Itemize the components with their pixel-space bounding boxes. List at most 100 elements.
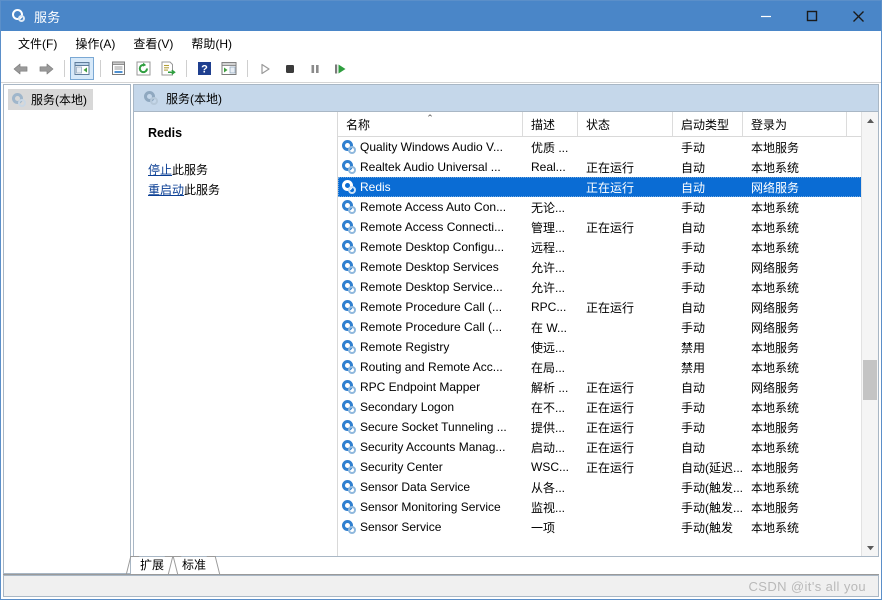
- tab-extended-label: 扩展: [140, 558, 165, 572]
- cell-log-on-as: 网络服务: [751, 380, 800, 395]
- cell-startup-type: 手动: [681, 200, 706, 215]
- column-log-on-as[interactable]: 登录为: [743, 112, 847, 136]
- menu-file[interactable]: 文件(F): [9, 32, 66, 55]
- cell-name: RPC Endpoint Mapper: [338, 380, 523, 394]
- restart-service-action[interactable]: 重启动此服务: [148, 182, 337, 198]
- vertical-scrollbar[interactable]: [861, 112, 878, 556]
- column-status[interactable]: 状态: [578, 112, 673, 136]
- cell-description: 一项: [531, 520, 556, 535]
- table-row[interactable]: Security Center WSC... 正在运行 自动(延迟... 本地服务: [338, 457, 878, 477]
- cell-log-on-as: 网络服务: [751, 180, 800, 195]
- table-row[interactable]: Security Accounts Manag... 启动... 正在运行 自动 本地系…: [338, 437, 878, 457]
- toolbar-separator: [64, 60, 65, 77]
- cell-log-on-as: 本地系统: [751, 440, 800, 455]
- toolbar-separator: [247, 60, 248, 77]
- tab-standard[interactable]: 标准: [173, 556, 215, 574]
- help-icon[interactable]: ?: [192, 57, 216, 80]
- cell-name: Remote Registry: [338, 340, 523, 354]
- restart-service-icon[interactable]: [328, 57, 352, 80]
- menu-bar: 文件(F) 操作(A) 查看(V) 帮助(H): [1, 31, 881, 55]
- services-gear-icon: [144, 91, 158, 105]
- table-row[interactable]: Remote Desktop Services 允许... 手动 网络服务: [338, 257, 878, 277]
- toolbar-separator: [100, 60, 101, 77]
- back-icon[interactable]: [9, 57, 33, 80]
- cell-log-on-as: 本地服务: [751, 420, 800, 435]
- view-tabstrip: 扩展 标准: [3, 556, 879, 575]
- properties-icon[interactable]: [106, 57, 130, 80]
- table-row[interactable]: RPC Endpoint Mapper 解析 ... 正在运行 自动 网络服务: [338, 377, 878, 397]
- table-row[interactable]: Remote Registry 使远... 禁用 本地服务: [338, 337, 878, 357]
- close-button[interactable]: [835, 1, 881, 31]
- export-list-icon[interactable]: [156, 57, 180, 80]
- cell-log-on-as: 网络服务: [751, 300, 800, 315]
- cell-startup-type: 手动: [681, 420, 706, 435]
- column-startup-type[interactable]: 启动类型: [673, 112, 743, 136]
- service-gear-icon: [342, 220, 356, 234]
- window-title: 服务: [34, 9, 61, 25]
- tree-item-services-local[interactable]: 服务(本地): [8, 89, 93, 110]
- cell-description: Real...: [531, 160, 566, 174]
- start-service-icon[interactable]: [253, 57, 277, 80]
- cell-name: Remote Desktop Service...: [338, 280, 523, 294]
- service-name-label: RPC Endpoint Mapper: [360, 380, 481, 394]
- service-name-label: Remote Desktop Configu...: [360, 240, 505, 254]
- scrollbar-thumb[interactable]: [863, 359, 877, 400]
- service-name-label: Routing and Remote Acc...: [360, 360, 503, 374]
- show-action-pane-icon[interactable]: [217, 57, 241, 80]
- scroll-up-arrow[interactable]: [862, 112, 878, 129]
- menu-action[interactable]: 操作(A): [66, 32, 124, 55]
- forward-icon[interactable]: [34, 57, 58, 80]
- cell-description: 管理...: [531, 220, 566, 235]
- cell-description: 无论...: [531, 200, 566, 215]
- service-name-label: Security Accounts Manag...: [360, 440, 506, 454]
- cell-startup-type: 手动(触发...: [681, 480, 743, 495]
- table-row[interactable]: Remote Desktop Configu... 远程... 手动 本地系统: [338, 237, 878, 257]
- table-row[interactable]: Remote Desktop Service... 允许... 手动 本地系统: [338, 277, 878, 297]
- table-row[interactable]: Sensor Monitoring Service 监视... 手动(触发... 本地…: [338, 497, 878, 517]
- table-row[interactable]: Secondary Logon 在不... 正在运行 手动 本地系统: [338, 397, 878, 417]
- cell-log-on-as: 本地服务: [751, 460, 800, 475]
- menu-help[interactable]: 帮助(H): [182, 32, 241, 55]
- cell-status: 正在运行: [586, 380, 635, 395]
- table-row[interactable]: Secure Socket Tunneling ... 提供... 正在运行 手动 本地…: [338, 417, 878, 437]
- table-row[interactable]: Realtek Audio Universal ... Real... 正在运行 自动…: [338, 157, 878, 177]
- stop-service-action[interactable]: 停止此服务: [148, 162, 337, 178]
- cell-log-on-as: 本地系统: [751, 360, 800, 375]
- table-row[interactable]: Sensor Service 一项 手动(触发 本地系统: [338, 517, 878, 537]
- column-description[interactable]: 描述: [523, 112, 578, 136]
- table-row[interactable]: Remote Procedure Call (... RPC... 正在运行 自动 网络…: [338, 297, 878, 317]
- service-gear-icon: [342, 280, 356, 294]
- service-gear-icon: [342, 200, 356, 214]
- selected-service-name: Redis: [148, 126, 183, 140]
- cell-description: 从各...: [531, 480, 566, 495]
- column-status-label: 状态: [586, 117, 611, 132]
- service-gear-icon: [342, 400, 356, 414]
- show-hide-tree-icon[interactable]: [70, 57, 94, 80]
- table-row[interactable]: Routing and Remote Acc... 在局... 禁用 本地系统: [338, 357, 878, 377]
- tab-extended[interactable]: 扩展: [131, 556, 173, 574]
- cell-log-on-as: 网络服务: [751, 320, 800, 335]
- table-row[interactable]: Redis 正在运行 自动 网络服务: [338, 177, 878, 197]
- restart-service-link[interactable]: 重启动: [148, 183, 184, 197]
- column-name[interactable]: 名称 ⌃: [338, 112, 523, 136]
- pause-service-icon[interactable]: [303, 57, 327, 80]
- maximize-button[interactable]: [789, 1, 835, 31]
- refresh-icon[interactable]: [131, 57, 155, 80]
- menu-view[interactable]: 查看(V): [124, 32, 182, 55]
- stop-service-icon[interactable]: [278, 57, 302, 80]
- results-pane-title: 服务(本地): [166, 91, 222, 106]
- cell-startup-type: 自动: [681, 220, 706, 235]
- table-row[interactable]: Remote Access Auto Con... 无论... 手动 本地系统: [338, 197, 878, 217]
- service-gear-icon: [342, 260, 356, 274]
- cell-startup-type: 手动: [681, 400, 706, 415]
- table-row[interactable]: Remote Procedure Call (... 在 W... 手动 网络服务: [338, 317, 878, 337]
- minimize-button[interactable]: [743, 1, 789, 31]
- service-name-label: Quality Windows Audio V...: [360, 140, 503, 154]
- stop-service-link[interactable]: 停止: [148, 163, 172, 177]
- service-name-label: Redis: [360, 180, 391, 194]
- scroll-down-arrow[interactable]: [862, 539, 878, 556]
- table-row[interactable]: Sensor Data Service 从各... 手动(触发... 本地系统: [338, 477, 878, 497]
- table-row[interactable]: Remote Access Connecti... 管理... 正在运行 自动 本地系统: [338, 217, 878, 237]
- table-row[interactable]: Quality Windows Audio V... 优质 ... 手动 本地服务: [338, 137, 878, 157]
- services-list-rows: Quality Windows Audio V... 优质 ... 手动 本地服务 Re…: [338, 137, 878, 556]
